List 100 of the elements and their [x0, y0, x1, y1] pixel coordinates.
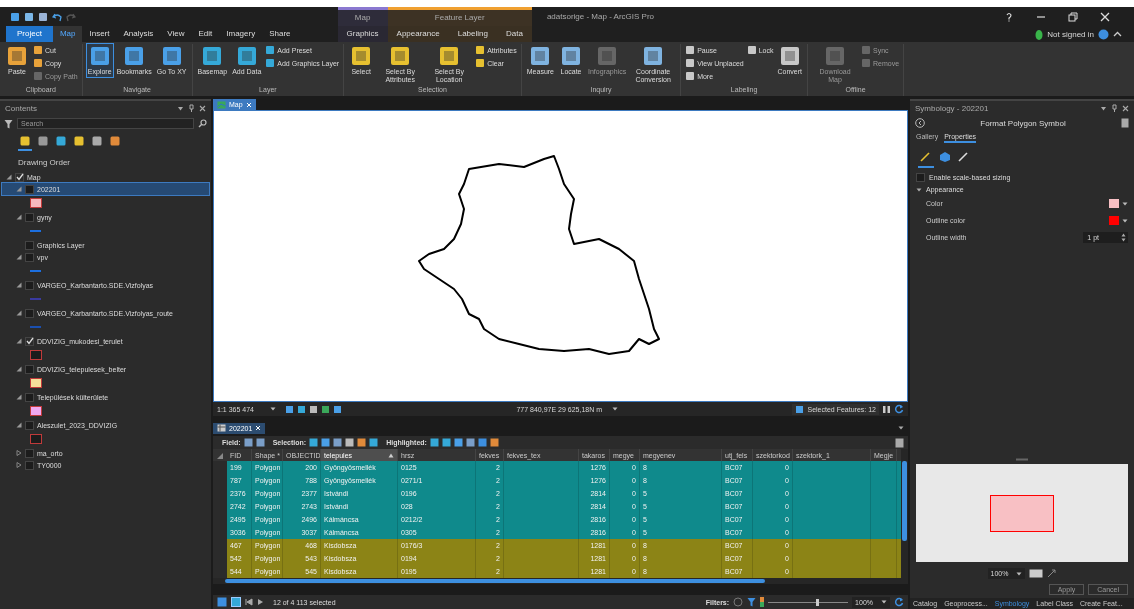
checkbox[interactable] — [25, 420, 34, 430]
checkbox[interactable] — [25, 252, 34, 262]
context-header: Map — [337, 7, 388, 26]
show-all-icon[interactable] — [217, 597, 227, 607]
tool-icon — [685, 45, 696, 55]
globe-icon[interactable] — [1098, 28, 1109, 40]
caret-icon — [270, 406, 276, 412]
restore-icon[interactable] — [1068, 11, 1078, 22]
symbol-layer-tab[interactable] — [918, 150, 934, 168]
ribbon-tab[interactable]: Edit — [191, 26, 220, 42]
zoom-slider[interactable] — [768, 598, 849, 606]
expanded-icon[interactable] — [16, 394, 22, 400]
field-color-icon[interactable] — [760, 597, 765, 607]
ribbon-tab[interactable]: Share — [262, 26, 298, 42]
collapsed-icon[interactable] — [16, 462, 22, 468]
expanded-icon[interactable] — [16, 214, 22, 220]
menu-icon[interactable] — [895, 437, 904, 448]
ribbon-tab[interactable]: Map — [52, 26, 83, 42]
expanded-icon[interactable] — [16, 254, 22, 260]
scrollbar-thumb[interactable] — [902, 461, 907, 541]
checkbox[interactable] — [25, 364, 34, 374]
ribbon-tab[interactable]: Appearance — [387, 26, 449, 42]
expanded-icon[interactable] — [16, 422, 22, 428]
caret-icon — [881, 599, 887, 605]
full-extent-icon[interactable] — [1047, 569, 1057, 578]
ribbon-tab[interactable]: Graphics — [337, 26, 388, 42]
expanded-icon[interactable] — [16, 310, 22, 316]
checkbox[interactable] — [25, 184, 34, 194]
filter-icon[interactable] — [747, 597, 757, 607]
expanded-icon[interactable] — [16, 338, 22, 344]
checkbox[interactable] — [25, 392, 34, 402]
expanded-icon[interactable] — [16, 366, 22, 372]
menu-icon[interactable] — [1121, 118, 1129, 128]
checkbox[interactable] — [25, 280, 34, 290]
close-icon — [245, 101, 252, 108]
toolbar-icon[interactable] — [10, 11, 20, 22]
previous-icon[interactable] — [245, 598, 253, 606]
expanded-icon[interactable] — [16, 186, 22, 192]
tool-icon — [389, 45, 412, 67]
tool-icon — [123, 45, 146, 67]
ribbon-tab[interactable]: View — [160, 26, 192, 42]
next-icon[interactable] — [257, 598, 265, 606]
background-icon[interactable] — [1029, 569, 1044, 578]
filter-icon[interactable] — [4, 118, 13, 129]
filter-extent-icon[interactable] — [733, 597, 744, 607]
checkbox[interactable] — [25, 240, 34, 250]
expanded-icon[interactable] — [6, 174, 12, 180]
pin-icon[interactable] — [1111, 104, 1118, 112]
checkbox[interactable] — [916, 173, 925, 182]
ribbon-tab[interactable]: Data — [496, 26, 532, 42]
pin-icon[interactable] — [188, 104, 195, 112]
checkbox[interactable] — [15, 172, 24, 182]
checkbox[interactable] — [25, 212, 34, 222]
tool-icon — [685, 58, 696, 68]
ribbon-tab[interactable]: Analysis — [116, 26, 161, 42]
close-icon[interactable] — [199, 104, 206, 112]
caret-icon[interactable] — [1122, 200, 1128, 207]
checkbox[interactable] — [25, 308, 34, 318]
layer-view-icon — [91, 135, 103, 147]
ribbon-tab[interactable]: Imagery — [219, 26, 263, 42]
expanded-icon[interactable] — [16, 282, 22, 288]
toolbar-icon[interactable] — [24, 11, 34, 22]
close-icon[interactable] — [1122, 104, 1129, 112]
tool-icon — [824, 45, 847, 67]
check-icon — [25, 337, 34, 345]
search-icon[interactable] — [198, 119, 207, 128]
layer-view-icon — [73, 135, 85, 147]
dropdown-icon[interactable] — [898, 425, 904, 431]
tool-icon — [6, 45, 28, 67]
selection-icon — [795, 404, 805, 414]
color-swatch[interactable] — [1109, 199, 1119, 208]
dropdown-icon[interactable] — [177, 104, 184, 112]
checkbox[interactable] — [25, 448, 34, 458]
checkbox[interactable] — [25, 336, 34, 346]
ribbon-tab[interactable]: Insert — [82, 26, 117, 42]
expanded-icon[interactable] — [916, 186, 922, 193]
pen-icon — [958, 151, 970, 163]
account-button[interactable]: Not signed in — [1047, 29, 1094, 39]
color-swatch[interactable] — [1109, 216, 1119, 225]
pause-icon[interactable] — [882, 404, 891, 414]
tool-icon — [265, 45, 276, 55]
toolbar-icon[interactable] — [38, 11, 48, 22]
ribbon-tab[interactable]: Project — [6, 26, 53, 42]
back-icon[interactable] — [915, 118, 925, 128]
view-tab[interactable] — [18, 134, 32, 151]
pen-icon — [920, 151, 932, 163]
refresh-icon[interactable] — [894, 404, 904, 414]
tool-icon — [778, 45, 801, 67]
checkbox[interactable] — [25, 460, 34, 470]
refresh-icon[interactable] — [894, 597, 904, 607]
splitter-handle-icon[interactable] — [1016, 458, 1028, 461]
collapse-ribbon-icon[interactable] — [1113, 29, 1122, 39]
caret-icon[interactable] — [1122, 217, 1128, 224]
dropdown-icon[interactable] — [1100, 104, 1107, 112]
ribbon-tab[interactable]: Labeling — [448, 26, 497, 42]
collapsed-icon[interactable] — [16, 450, 22, 456]
scrollbar-thumb[interactable] — [225, 579, 765, 583]
tool-icon — [438, 45, 461, 67]
undo-icon[interactable] — [52, 11, 62, 22]
help-icon[interactable] — [1004, 11, 1014, 22]
